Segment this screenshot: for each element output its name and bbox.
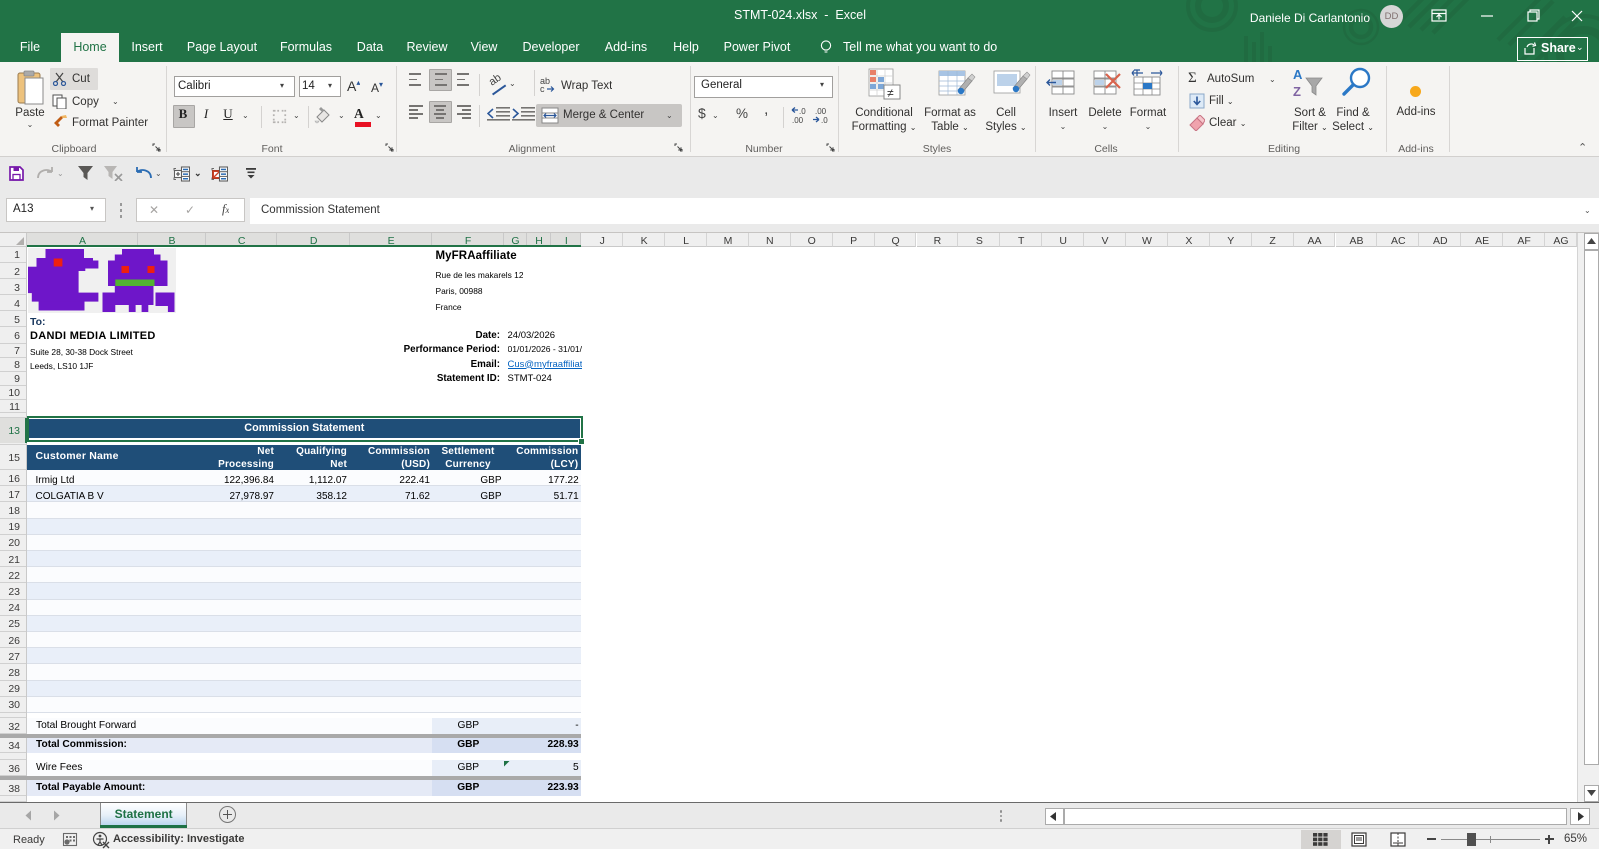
svg-text:.0: .0 [799, 107, 806, 116]
svg-text:Z: Z [1293, 84, 1301, 99]
svg-text:.00: .00 [792, 116, 804, 124]
svg-text:c: c [540, 84, 545, 94]
svg-text:A: A [1293, 67, 1303, 82]
svg-text:≠: ≠ [887, 86, 894, 100]
